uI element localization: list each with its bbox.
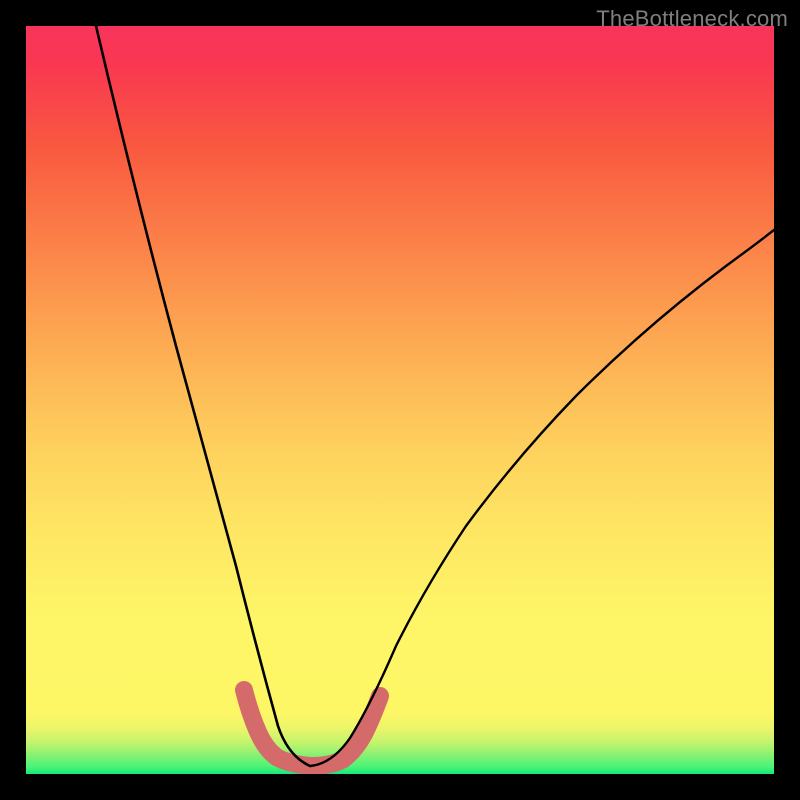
highlight-segment xyxy=(244,690,380,766)
left-branch xyxy=(96,26,310,766)
watermark-text: TheBottleneck.com xyxy=(596,6,788,32)
chart-area xyxy=(26,26,774,774)
right-branch xyxy=(310,230,774,766)
curve-layer xyxy=(26,26,774,774)
